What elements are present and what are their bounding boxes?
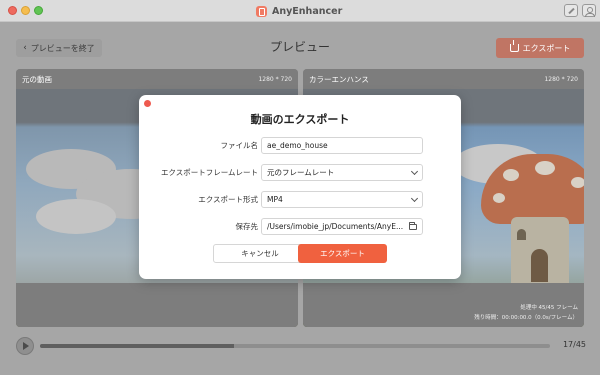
destination-value: /Users/imobie_jp/Documents/AnyE...	[267, 222, 404, 231]
format-label: エクスポート形式	[198, 195, 258, 204]
format-select[interactable]: MP4	[261, 191, 423, 208]
dialog-title: 動画のエクスポート	[250, 113, 350, 126]
processing-status: 処理中 45/45 フレーム	[520, 305, 578, 311]
confirm-export-button[interactable]: エクスポート	[298, 244, 387, 263]
user-icon[interactable]	[582, 4, 596, 17]
export-button-label: エクスポート	[522, 43, 571, 53]
zoom-window-button[interactable]	[34, 6, 43, 15]
format-value: MP4	[267, 195, 283, 204]
framerate-label: エクスポートフレームレート	[160, 168, 258, 177]
filename-input[interactable]: ae_demo_house	[261, 137, 423, 154]
original-panel-resolution: 1280 * 720	[258, 75, 292, 83]
export-button[interactable]: エクスポート	[496, 38, 584, 58]
app-logo-icon	[256, 5, 267, 17]
export-dialog: 動画のエクスポート ファイル名 ae_demo_house エクスポートフレーム…	[139, 95, 461, 279]
chevron-left-icon: ‹	[23, 43, 27, 53]
framerate-select[interactable]: 元のフレームレート	[261, 164, 423, 181]
close-window-button[interactable]	[8, 6, 17, 15]
close-dialog-button[interactable]	[144, 100, 151, 107]
enhanced-panel-resolution: 1280 * 720	[544, 75, 578, 83]
chevron-down-icon	[410, 194, 419, 202]
frame-counter: 17/45	[562, 340, 586, 349]
destination-field[interactable]: /Users/imobie_jp/Documents/AnyE...	[261, 218, 423, 235]
folder-icon[interactable]	[409, 221, 417, 230]
page-title: プレビュー	[269, 40, 330, 54]
edit-icon[interactable]	[564, 4, 578, 17]
remaining-time: 残り時間：00:00:00.0（0.0s/フレーム）	[474, 315, 578, 321]
exit-preview-button[interactable]: ‹ プレビューを終了	[16, 39, 102, 57]
cancel-button[interactable]: キャンセル	[213, 244, 307, 263]
chevron-down-icon	[410, 167, 419, 175]
framerate-value: 元のフレームレート	[267, 168, 335, 177]
filename-value: ae_demo_house	[267, 141, 328, 150]
play-icon[interactable]	[16, 337, 34, 355]
enhanced-panel-header: カラーエンハンス 1280 * 720	[303, 69, 584, 89]
timeline-scrubber[interactable]	[40, 344, 550, 348]
original-panel-header: 元の動画 1280 * 720	[16, 69, 298, 89]
exit-preview-label: プレビューを終了	[30, 43, 95, 53]
title-bar: AnyEnhancer	[0, 0, 600, 22]
app-title: AnyEnhancer	[256, 3, 342, 19]
timeline-progress	[40, 344, 234, 348]
enhanced-panel-title: カラーエンハンス	[309, 74, 369, 84]
destination-label: 保存先	[235, 222, 259, 231]
original-panel-title: 元の動画	[22, 74, 52, 84]
minimize-window-button[interactable]	[21, 6, 30, 15]
export-icon	[509, 40, 519, 52]
filename-label: ファイル名	[220, 141, 259, 150]
app-name: AnyEnhancer	[272, 5, 343, 17]
